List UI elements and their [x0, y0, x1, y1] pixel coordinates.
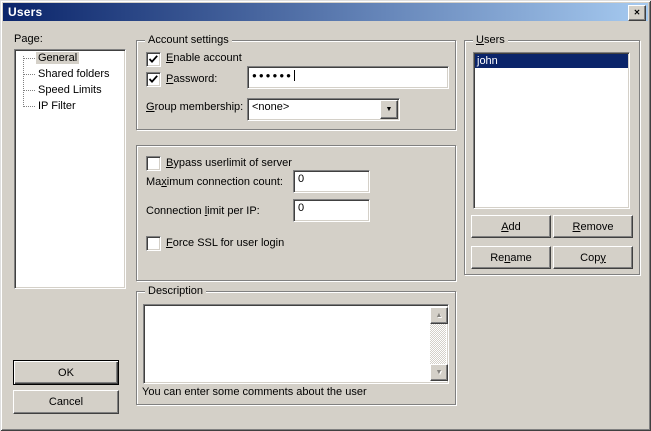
tree-item-speed-limits[interactable]: Speed Limits	[15, 82, 125, 98]
check-icon	[147, 73, 160, 86]
tree-item-shared-folders[interactable]: Shared folders	[15, 66, 125, 82]
ok-button[interactable]: OK	[13, 360, 119, 385]
force-ssl-label[interactable]: Force SSL for user login	[166, 237, 284, 250]
copy-button[interactable]: Copy	[553, 246, 633, 269]
enable-account-checkbox[interactable]	[146, 52, 161, 67]
password-label[interactable]: Password:	[166, 73, 217, 86]
tree-item-ip-filter[interactable]: IP Filter	[15, 98, 125, 114]
users-dialog: Users ✕ Page: General Shared folders Spe…	[0, 0, 651, 431]
window-title: Users	[3, 5, 42, 19]
users-group-label: Users	[473, 34, 508, 46]
tree-item-general[interactable]: General	[15, 50, 125, 66]
list-item-john[interactable]: john	[475, 54, 628, 68]
cancel-button-label: Cancel	[49, 396, 83, 408]
bypass-userlimit-checkbox[interactable]	[146, 156, 161, 171]
page-tree: General Shared folders Speed Limits IP F…	[14, 49, 126, 289]
rename-button[interactable]: Rename	[471, 246, 551, 269]
add-button-label: Add	[501, 221, 521, 233]
ok-button-label: OK	[58, 367, 74, 379]
description-textarea[interactable]: ▲ ▼	[143, 304, 449, 384]
scroll-down-icon: ▼	[436, 369, 443, 376]
combo-dropdown-button[interactable]: ▼	[380, 100, 398, 119]
account-settings-group-label: Account settings	[145, 34, 232, 46]
users-list[interactable]: john	[473, 52, 630, 209]
group-membership-value: <none>	[248, 101, 289, 113]
bypass-userlimit-label[interactable]: Bypass userlimit of server	[166, 157, 292, 170]
add-button[interactable]: Add	[471, 215, 551, 238]
page-label: Page:	[14, 33, 43, 46]
force-ssl-checkbox[interactable]	[146, 236, 161, 251]
copy-button-label: Copy	[580, 252, 606, 264]
scroll-down-button[interactable]: ▼	[430, 364, 448, 381]
description-hint: You can enter some comments about the us…	[142, 386, 367, 399]
check-icon	[147, 53, 160, 66]
text-caret	[294, 70, 295, 81]
rename-button-label: Rename	[490, 252, 532, 264]
chevron-down-icon: ▼	[386, 101, 393, 118]
remove-button[interactable]: Remove	[553, 215, 633, 238]
group-membership-select[interactable]: <none> ▼	[247, 98, 400, 121]
password-input[interactable]: ●●●●●●	[247, 66, 449, 89]
close-button[interactable]: ✕	[628, 5, 646, 21]
close-icon: ✕	[634, 9, 641, 17]
scroll-up-icon: ▲	[436, 312, 443, 319]
password-checkbox[interactable]	[146, 72, 161, 87]
max-connection-label: Maximum connection count:	[146, 176, 283, 189]
remove-button-label: Remove	[573, 221, 614, 233]
password-masked-value: ●●●●●●	[252, 71, 293, 80]
connection-per-ip-label: Connection limit per IP:	[146, 205, 260, 218]
enable-account-label[interactable]: Enable account	[166, 52, 242, 65]
vertical-scrollbar[interactable]: ▲ ▼	[430, 307, 446, 381]
connection-per-ip-input[interactable]: 0	[293, 199, 370, 222]
cancel-button[interactable]: Cancel	[13, 390, 119, 414]
scroll-up-button[interactable]: ▲	[430, 307, 448, 324]
max-connection-value: 0	[294, 173, 304, 185]
max-connection-input[interactable]: 0	[293, 170, 370, 193]
title-bar[interactable]: Users ✕	[3, 3, 648, 21]
connection-per-ip-value: 0	[294, 202, 304, 214]
group-membership-label: Group membership:	[146, 101, 243, 114]
description-group-label: Description	[145, 285, 206, 297]
